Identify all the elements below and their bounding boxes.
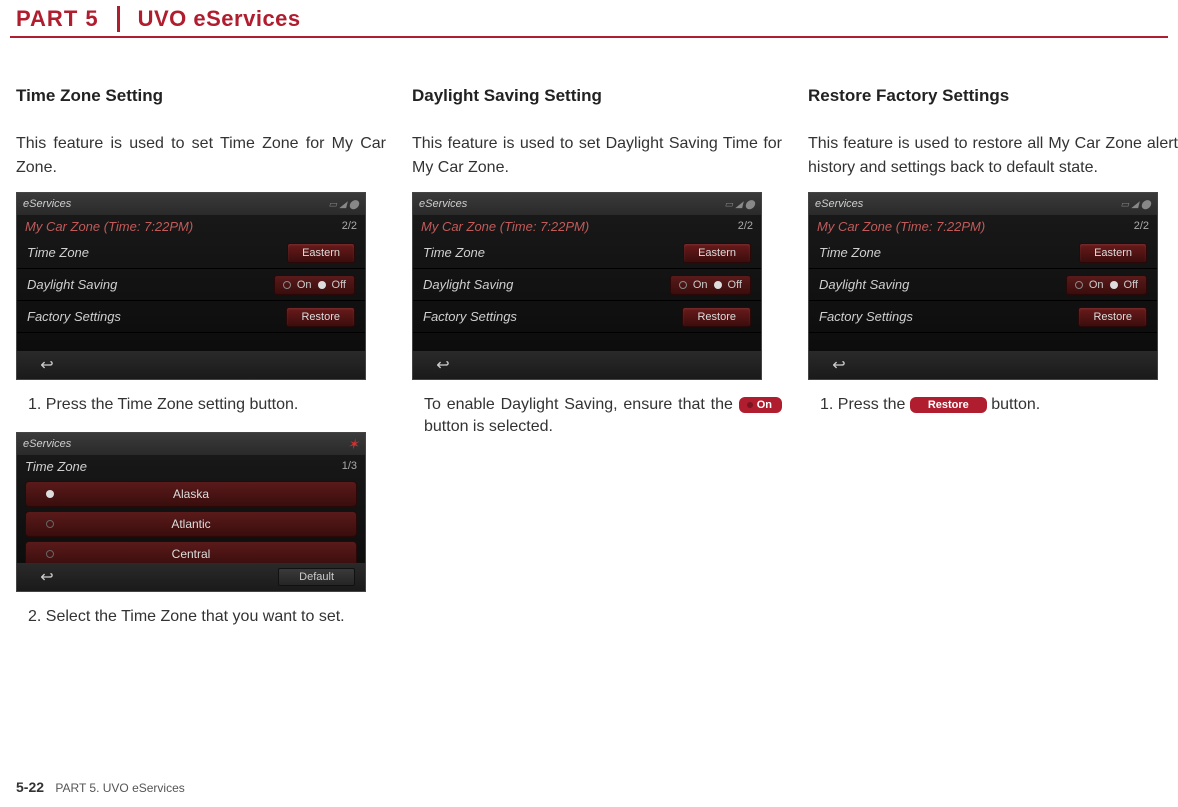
inline-restore-button: Restore: [910, 397, 987, 413]
page-number: 5-22: [16, 779, 44, 795]
footer-label: PART 5. UVO eServices: [55, 781, 184, 795]
settings-screenshot: eServices ▭ ◢ ⬤ My Car Zone (Time: 7:22P…: [808, 192, 1158, 380]
tz-title: Time Zone: [25, 459, 87, 474]
tz-item-label: Atlantic: [171, 517, 210, 531]
back-icon[interactable]: ↩: [27, 567, 67, 587]
radio-off-icon: [1110, 281, 1118, 289]
row-factory-label: Factory Settings: [819, 309, 913, 324]
intro-text: This feature is used to restore all My C…: [808, 132, 1178, 180]
col-restore: Restore Factory Settings This feature is…: [808, 86, 1178, 645]
unselected-dot-icon: [46, 520, 54, 528]
col-timezone: Time Zone Setting This feature is used t…: [16, 86, 386, 645]
timezone-value-button[interactable]: Eastern: [287, 243, 355, 263]
daylight-toggle[interactable]: On Off: [670, 275, 751, 295]
daylight-toggle[interactable]: On Off: [1066, 275, 1147, 295]
page-footer: 5-22 PART 5. UVO eServices: [16, 779, 185, 795]
tz-item-label: Alaska: [173, 487, 209, 501]
timezone-list-screenshot: eServices ✶ Time Zone 1/3 Alaska Atlanti…: [16, 432, 366, 592]
tz-item-atlantic[interactable]: Atlantic: [25, 511, 357, 537]
restore-button[interactable]: Restore: [286, 307, 355, 327]
step-2: 2. Select the Time Zone that you want to…: [16, 606, 386, 628]
intro-text: This feature is used to set Time Zone fo…: [16, 132, 386, 180]
radio-on-icon: [679, 281, 687, 289]
section-title: Time Zone Setting: [16, 86, 386, 106]
toggle-on: On: [693, 279, 708, 291]
inline-btn-label: Restore: [928, 398, 969, 412]
status-icons: ▭ ◢ ⬤: [329, 199, 360, 210]
row-timezone-label: Time Zone: [423, 245, 485, 260]
timezone-value-button[interactable]: Eastern: [683, 243, 751, 263]
restore-button[interactable]: Restore: [682, 307, 751, 327]
daylight-toggle[interactable]: On Off: [274, 275, 355, 295]
toggle-on: On: [1089, 279, 1104, 291]
ss-brand: eServices: [815, 198, 863, 210]
ss-subtitle: My Car Zone (Time: 7:22PM): [25, 219, 193, 234]
tz-item-label: Central: [172, 547, 211, 561]
back-icon[interactable]: ↩: [819, 355, 859, 375]
instr-part-b: button is selected.: [424, 418, 553, 435]
toggle-on: On: [297, 279, 312, 291]
row-timezone-label: Time Zone: [27, 245, 89, 260]
ss-page: 2/2: [1134, 220, 1149, 232]
header-part: PART 5: [10, 6, 120, 32]
star-icon: ✶: [347, 436, 359, 453]
ss-brand: eServices: [23, 198, 71, 210]
ss-brand: eServices: [419, 198, 467, 210]
toggle-off: Off: [332, 279, 346, 291]
settings-screenshot: eServices ▭ ◢ ⬤ My Car Zone (Time: 7:22P…: [412, 192, 762, 380]
inline-on-button: On: [739, 397, 782, 413]
ss-brand: eServices: [23, 438, 71, 450]
radio-on-icon: [283, 281, 291, 289]
settings-screenshot: eServices ▭ ◢ ⬤ My Car Zone (Time: 7:22P…: [16, 192, 366, 380]
dot-icon: [747, 402, 753, 408]
ss-subtitle: My Car Zone (Time: 7:22PM): [421, 219, 589, 234]
back-icon[interactable]: ↩: [27, 355, 67, 375]
row-timezone-label: Time Zone: [819, 245, 881, 260]
step-1: 1. Press the Time Zone setting button.: [16, 394, 386, 416]
row-factory-label: Factory Settings: [423, 309, 517, 324]
section-title: Restore Factory Settings: [808, 86, 1178, 106]
page-header: PART 5 UVO eServices: [10, 0, 1168, 38]
row-daylight-label: Daylight Saving: [819, 277, 909, 292]
row-daylight-label: Daylight Saving: [27, 277, 117, 292]
ss-page: 2/2: [342, 220, 357, 232]
instruction-text: To enable Daylight Saving, ensure that t…: [412, 394, 782, 439]
intro-text: This feature is used to set Daylight Sav…: [412, 132, 782, 180]
tz-page: 1/3: [342, 460, 357, 472]
restore-button[interactable]: Restore: [1078, 307, 1147, 327]
instr-part-a: To enable Daylight Saving, ensure that t…: [424, 396, 739, 413]
header-title: UVO eServices: [120, 6, 301, 32]
inline-btn-label: On: [757, 398, 772, 412]
status-icons: ▭ ◢ ⬤: [725, 199, 756, 210]
col-daylight: Daylight Saving Setting This feature is …: [412, 86, 782, 645]
default-button[interactable]: Default: [278, 568, 355, 586]
row-factory-label: Factory Settings: [27, 309, 121, 324]
step-part-b: button.: [991, 396, 1040, 413]
section-title: Daylight Saving Setting: [412, 86, 782, 106]
timezone-value-button[interactable]: Eastern: [1079, 243, 1147, 263]
ss-page: 2/2: [738, 220, 753, 232]
tz-item-alaska[interactable]: Alaska: [25, 481, 357, 507]
status-icons: ▭ ◢ ⬤: [1121, 199, 1152, 210]
toggle-off: Off: [728, 279, 742, 291]
back-icon[interactable]: ↩: [423, 355, 463, 375]
step-part-a: 1. Press the: [820, 396, 910, 413]
step-1: 1. Press the Restore button.: [808, 394, 1178, 416]
unselected-dot-icon: [46, 550, 54, 558]
ss-subtitle: My Car Zone (Time: 7:22PM): [817, 219, 985, 234]
selected-dot-icon: [46, 490, 54, 498]
radio-off-icon: [318, 281, 326, 289]
row-daylight-label: Daylight Saving: [423, 277, 513, 292]
toggle-off: Off: [1124, 279, 1138, 291]
radio-off-icon: [714, 281, 722, 289]
radio-on-icon: [1075, 281, 1083, 289]
